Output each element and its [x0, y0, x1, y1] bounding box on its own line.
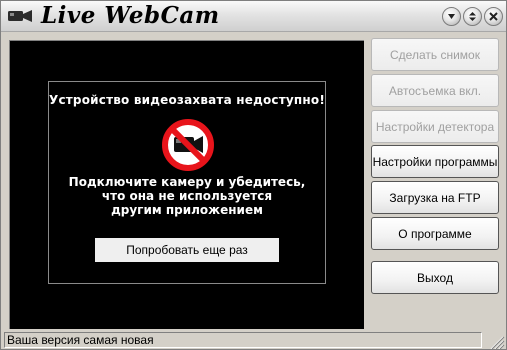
minimize-button[interactable] [442, 7, 461, 26]
error-message: Подключите камеру и убедитесь, что она н… [49, 175, 325, 217]
camera-icon [8, 10, 32, 22]
resize-grip-icon[interactable] [487, 333, 505, 349]
retry-button[interactable]: Попробовать еще раз [95, 238, 279, 262]
status-bar: Ваша версия самая новая [4, 332, 482, 348]
app-window: Live WebCam Устройство видеозахвата недо… [0, 0, 507, 350]
detector-settings-button[interactable]: Настройки детектора [371, 110, 499, 143]
program-settings-button[interactable]: Настройки программы [371, 145, 499, 178]
exit-button[interactable]: Выход [371, 261, 499, 294]
take-snapshot-button[interactable]: Сделать снимок [371, 38, 499, 71]
error-line: другим приложением [111, 203, 263, 217]
chevron-down-icon [448, 14, 455, 19]
about-button[interactable]: О программе [371, 217, 499, 250]
error-panel: Устройство видеозахвата недоступно! Подк… [48, 81, 326, 284]
error-line: что она не используется [101, 189, 273, 203]
title-bar[interactable]: Live WebCam [1, 1, 506, 32]
video-preview: Устройство видеозахвата недоступно! Подк… [9, 40, 364, 329]
error-line: Подключите камеру и убедитесь, [68, 175, 306, 189]
restore-button[interactable] [463, 7, 482, 26]
error-title: Устройство видеозахвата недоступно! [49, 93, 326, 107]
ftp-upload-button[interactable]: Загрузка на FTP [371, 181, 499, 214]
restore-icon [469, 12, 476, 21]
auto-capture-button[interactable]: Автосъемка вкл. [371, 74, 499, 107]
close-button[interactable] [484, 7, 503, 26]
window-title: Live WebCam [41, 2, 220, 29]
close-icon [489, 12, 498, 21]
no-camera-icon [162, 119, 214, 171]
